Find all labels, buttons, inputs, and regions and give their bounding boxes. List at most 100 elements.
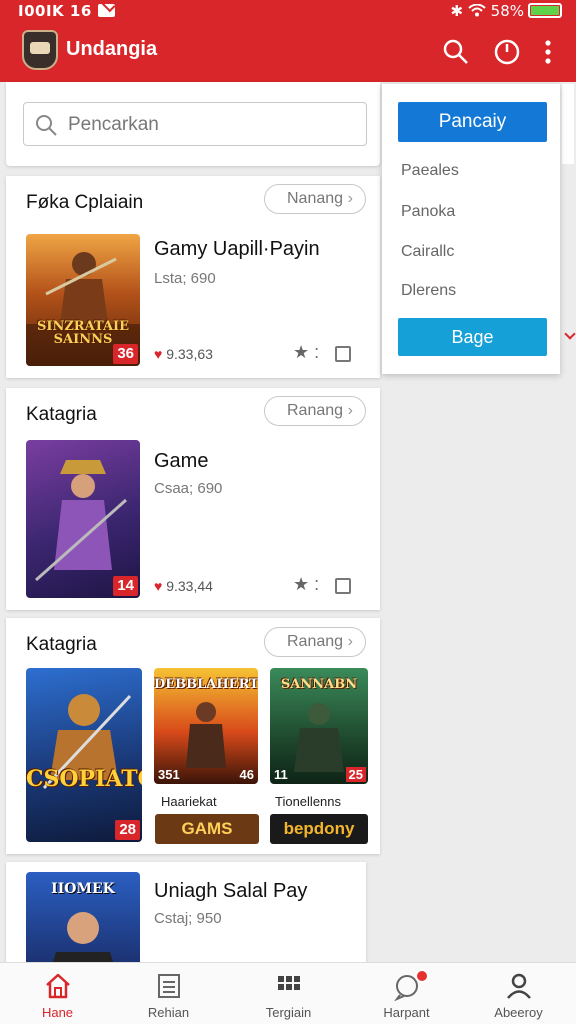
nav-label: Harpant [383,1005,430,1020]
nav-label: Tergiain [265,1005,312,1020]
mail-icon [97,4,115,17]
tile-title: CSOPIATC [26,766,142,792]
stat-value: 9.33,63 [166,346,213,362]
pill-label: Nanang [287,190,344,207]
nav-label: Abeeroy [494,1005,543,1020]
search-icon[interactable] [442,38,470,66]
rating-badge: 14 [113,576,138,596]
rating-badge: 36 [113,344,138,364]
game-title[interactable]: Gamy Uapill·Payin [154,238,320,261]
section-title: Katagria [26,634,97,655]
category-card-3: Katagria Ranang› CSOPIATC 28 DEBBLAHERT … [6,618,380,854]
category-card-1: Føka Cplaiain Nanang › SINZRATAIE SAINNS … [6,176,380,378]
menu-item[interactable]: Paeales [401,162,459,180]
knight-art-icon [35,460,127,582]
app-title: Undangia [66,38,158,60]
search-icon [36,115,57,136]
chevron-right-icon: › [347,402,353,419]
nav-label: Rehian [147,1005,190,1020]
section-more-button[interactable]: Nanang › [264,184,366,214]
stat-value: 9.33,44 [166,578,213,594]
chevron-right-icon: › [347,633,353,650]
tile-footer-label: bepdony [270,814,368,844]
wifi-icon [468,3,486,17]
soldier-art-icon [42,694,132,790]
bluetooth-icon: ✱ [450,2,464,20]
top-app-bar: I00IK 16 ✱ 58% Undangia [0,0,576,82]
thumbnail-title: IIOMEK [51,881,115,897]
tile-top-title: DEBBLAHERT [154,677,258,692]
chevron-right-icon: › [347,190,353,207]
game-stat: ♥ 9.33,63 [154,346,213,362]
menu-item[interactable]: Cairallc [401,243,454,261]
save-icon[interactable] [335,346,351,362]
nav-list[interactable]: Rehian [111,963,226,1024]
game-card-4: IIOMEK Uniagh Salal Pay Cstaj; 950 [6,862,366,972]
notification-dot [415,969,429,983]
section-more-button[interactable]: Ranang › [264,396,366,426]
nav-profile[interactable]: Abeeroy [461,963,576,1024]
battery-icon [528,3,562,18]
game-thumbnail[interactable]: SINZRATAIE SAINNS 36 [26,234,140,366]
dropdown-menu: Pancaiy Paeales Panoka Cairallc Dlerens … [382,84,560,374]
heart-icon: ♥ [154,346,163,362]
chevron-left-icon [564,328,576,340]
nav-label: Hane [41,1005,74,1020]
search-placeholder: Pencarkan [68,114,159,135]
search-card: Pencarkan [6,82,380,166]
status-left-text: I00IK 16 [18,2,92,20]
section-more-button[interactable]: Ranang › [264,627,366,657]
pill-label: Ranang [287,633,344,650]
tile-number-right: 25 [345,767,366,782]
menu-item[interactable]: Dlerens [401,282,456,300]
profile-icon [507,973,531,999]
tile-number-right: 46 [239,767,254,782]
game-tile[interactable]: DEBBLAHERT 351 46 [154,668,258,784]
menu-secondary-button[interactable]: Bage [398,318,547,356]
grid-icon [278,976,300,990]
game-title[interactable]: Game [154,450,208,473]
tile-number-left: 11 [274,767,288,782]
heart-icon: ♥ [154,578,163,594]
game-tile[interactable]: SANNABN 11 25 [270,668,368,784]
game-stat: ♥ 9.33,44 [154,578,213,594]
game-subtitle: Lsta; 690 [154,270,216,287]
section-title: Føka Cplaiain [26,192,144,213]
app-bar: Undangia [0,26,576,78]
more-vert-icon[interactable] [538,38,558,66]
menu-item[interactable]: Panoka [401,203,455,221]
side-card-edge [562,84,574,164]
save-icon[interactable] [335,578,351,594]
tile-footer-label: GAMS [155,814,259,844]
thumbnail-title: SINZRATAIE SAINNS [36,319,130,347]
game-thumbnail[interactable]: IIOMEK [26,872,140,972]
star-icon[interactable]: ★ : [293,574,319,595]
bottom-navigation: Hane Rehian Tergiain Harpant Abeeroy [0,962,576,1024]
list-icon [158,974,180,998]
tile-top-title: SANNABN [280,677,358,692]
tile-caption: Haariekat [161,794,217,809]
tile-number-left: 351 [158,767,180,782]
category-card-2: Katagria Ranang › 14 Game Csaa; 690 ♥ 9.3… [6,388,380,610]
section-title: Katagria [26,404,97,425]
pill-label: Ranang [287,402,344,419]
timer-icon[interactable] [493,38,521,66]
tile-caption: Tionellenns [275,794,342,809]
menu-primary-button[interactable]: Pancaiy [398,102,547,142]
battery-percent: 58% [490,2,524,20]
game-thumbnail[interactable]: 14 [26,440,140,598]
game-subtitle: Cstaj; 950 [154,910,222,927]
nav-home[interactable]: Hane [0,963,115,1024]
app-logo-icon [22,30,58,70]
game-subtitle: Csaa; 690 [154,480,223,497]
search-input[interactable]: Pencarkan [23,102,367,146]
game-title[interactable]: Uniagh Salal Pay [154,880,307,903]
game-tile[interactable]: CSOPIATC 28 [26,668,142,842]
nav-grid[interactable]: Tergiain [231,963,346,1024]
battery-fill [531,6,559,15]
rating-badge: 28 [115,820,140,840]
status-bar: I00IK 16 ✱ 58% [0,0,576,22]
home-icon [46,973,70,999]
nav-chat[interactable]: Harpant [349,963,464,1024]
star-icon[interactable]: ★ : [293,342,319,363]
